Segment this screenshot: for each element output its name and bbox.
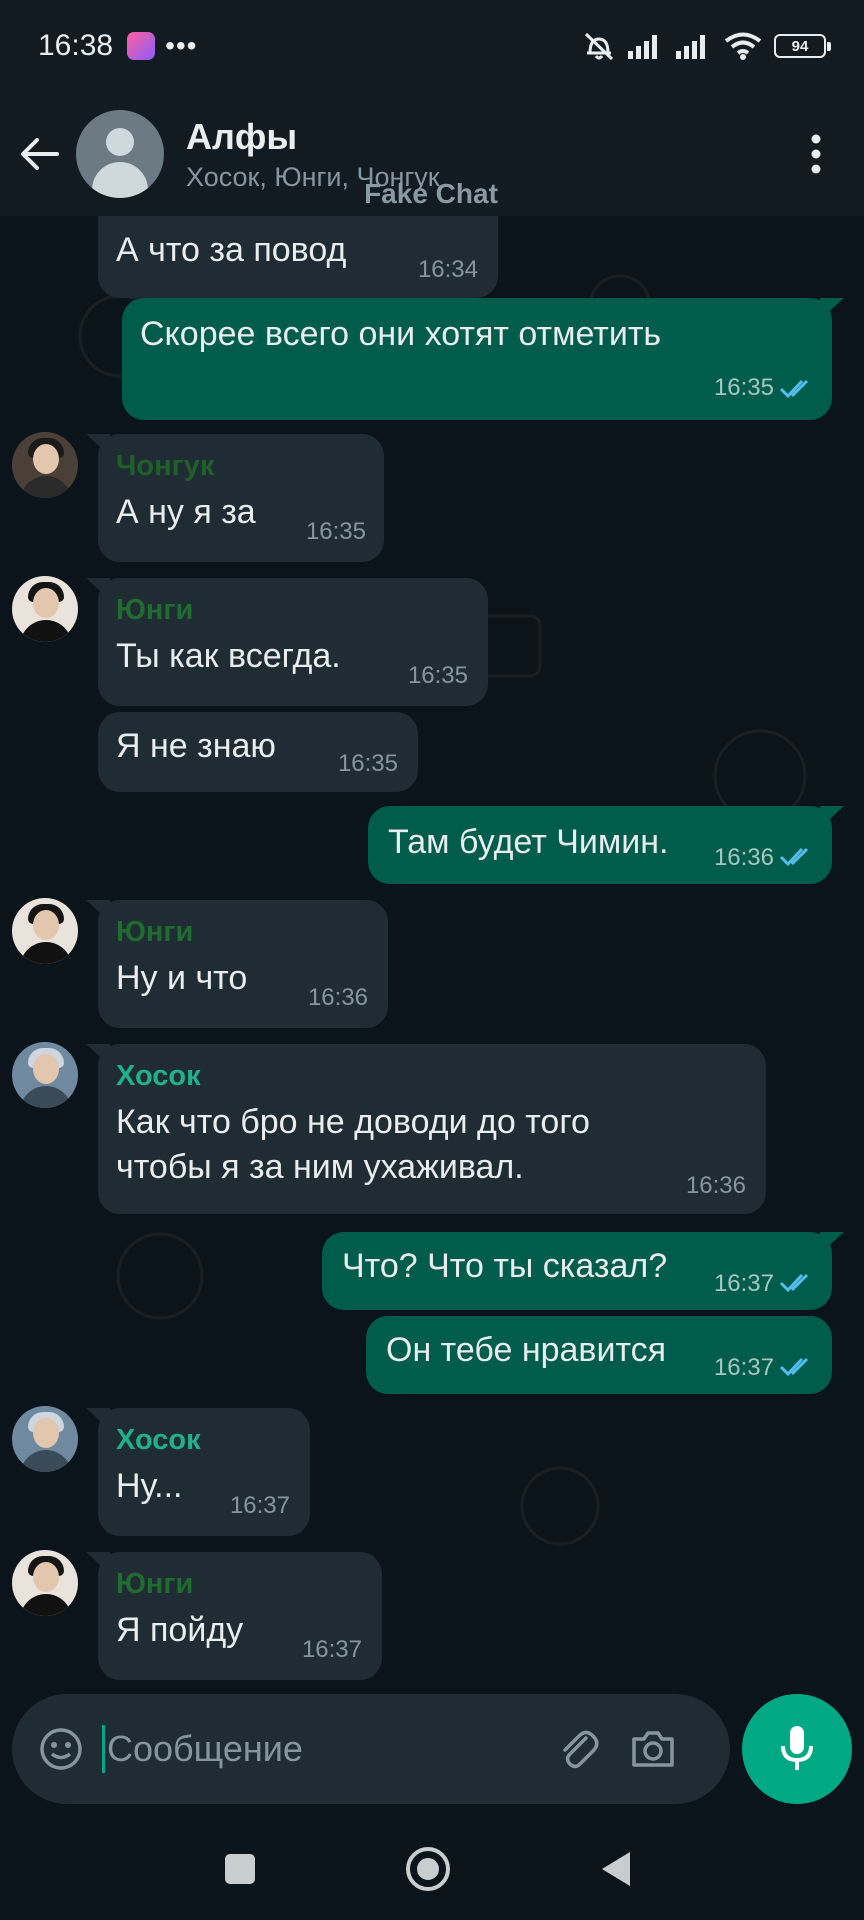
more-vert-icon [811,134,821,174]
signal-2-icon [676,35,705,59]
attach-icon [563,1730,599,1769]
text-cursor [102,1725,105,1773]
status-bar: 16:38 ••• 94 [0,0,864,92]
message-text: Там будет Чимин. [388,823,669,861]
message-time: 16:35 [305,518,366,545]
message-bubble[interactable]: Он тебе нравится 16:37 [366,1316,832,1394]
message-bubble[interactable]: Чонгук А ну я за 16:35 [86,434,384,562]
sender-name[interactable]: Юнги [116,916,193,949]
system-nav-bar [0,1818,864,1920]
home-icon [406,1847,450,1891]
attach-button[interactable] [553,1723,605,1775]
message-text: Он тебе нравится [386,1331,667,1369]
message-text: Ну... [116,1467,183,1505]
message-time: 16:36 [307,984,368,1011]
battery-indicator: 94 [774,34,831,58]
message-text: Я не знаю [116,727,276,765]
message-time: 16:37 [301,1636,362,1663]
mic-icon [781,1726,813,1770]
recents-button[interactable] [200,1829,280,1909]
avatar-hosok[interactable] [12,1406,78,1472]
message-list[interactable]: А что за повод 16:34 Скорее всего они хо… [0,216,864,1692]
message-text: Я пойду [116,1611,244,1649]
message-bubble[interactable]: Юнги Ну и что 16:36 [86,900,388,1028]
message-time: 16:37 [229,1492,290,1519]
message-time: 16:35 [713,374,774,401]
back-nav-button[interactable] [576,1829,656,1909]
composer-bar [12,1694,730,1804]
message-time: 16:36 [713,844,774,871]
emoji-button[interactable] [38,1726,84,1772]
battery-level: 94 [791,37,809,55]
message-text: Ты как всегда. [116,637,341,675]
chat-title: Алфы [186,115,298,157]
message-text: Что? Что ты сказал? [342,1247,668,1285]
message-text: Скорее всего они хотят отметить [140,315,662,353]
message-time: 16:36 [685,1172,746,1199]
message-time: 16:34 [417,256,478,283]
watermark: Fake Chat [364,178,498,209]
wifi-icon [724,32,762,60]
status-time: 16:38 [38,29,114,62]
avatar-yungi[interactable] [12,576,78,642]
emoji-icon [40,1728,82,1770]
sender-name[interactable]: Хосок [116,1424,201,1457]
message-bubble[interactable]: Там будет Чимин. 16:36 [368,806,844,884]
avatar-yungi[interactable] [12,1550,78,1616]
read-ticks-icon [780,1273,809,1293]
message-time: 16:35 [337,750,398,777]
voice-record-button[interactable] [742,1694,852,1804]
message-time: 16:37 [713,1270,774,1297]
camera-icon [632,1731,674,1767]
message-text: Ну и что [116,959,248,997]
read-ticks-icon [780,1357,809,1377]
read-ticks-icon [780,379,809,399]
recents-icon [225,1854,255,1884]
status-icons: 94 [582,31,831,61]
message-bubble[interactable]: Хосок Ну... 16:37 [86,1408,310,1536]
signal-1-icon [628,35,657,59]
back-arrow-icon [21,138,59,170]
message-text: А что за повод [116,231,347,269]
app-notification-icon [127,32,156,60]
message-bubble[interactable]: Что? Что ты сказал? 16:37 [322,1232,844,1310]
sender-name[interactable]: Юнги [116,1568,193,1601]
message-bubble[interactable]: Хосок Как что бро не доводи до того чтоб… [86,1044,766,1214]
sender-name[interactable]: Хосок [116,1060,201,1093]
message-text: Как что бро не доводи до того чтобы я за… [116,1103,590,1186]
message-bubble[interactable]: Юнги Ты как всегда. 16:35 [86,578,488,706]
message-bubble[interactable]: Юнги Я пойду 16:37 [86,1552,382,1680]
sender-name[interactable]: Чонгук [116,450,214,483]
avatar-chonguk[interactable] [12,432,78,498]
sender-name[interactable]: Юнги [116,594,193,627]
more-notifications-icon: ••• [165,30,198,61]
back-nav-icon [602,1852,630,1886]
message-bubble[interactable]: А что за повод 16:34 [98,216,498,298]
avatar-hosok[interactable] [12,1042,78,1108]
read-ticks-icon [780,847,809,867]
avatar-yungi[interactable] [12,898,78,964]
message-input[interactable] [107,1728,547,1770]
message-bubble[interactable]: Скорее всего они хотят отметить 16:35 [122,298,844,420]
camera-button[interactable] [627,1723,679,1775]
message-time: 16:35 [407,662,468,689]
message-text: А ну я за [116,493,256,531]
home-button[interactable] [388,1829,468,1909]
alarm-off-icon [584,32,614,61]
message-time: 16:37 [713,1354,774,1381]
message-bubble[interactable]: Я не знаю 16:35 [98,712,418,792]
